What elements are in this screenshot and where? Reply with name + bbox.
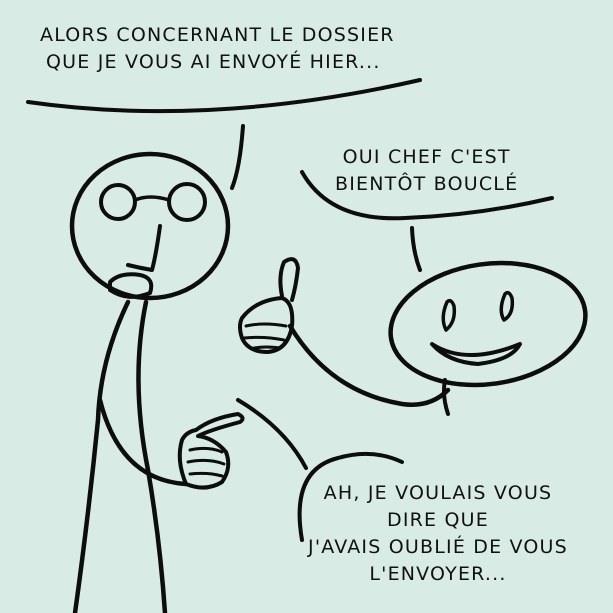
employee-figure xyxy=(238,257,588,416)
boss-glasses-right xyxy=(167,182,207,222)
boss-head xyxy=(69,151,231,301)
employee-head xyxy=(388,260,588,388)
boss-figure xyxy=(69,151,245,613)
employee-eye-right xyxy=(499,290,515,322)
boss-speech-line-1: ALORS CONCERNANT LE DOSSIER xyxy=(40,24,395,46)
boss-bubble-underline xyxy=(26,78,422,114)
confession-speech-line-3: J'AVAIS OUBLIÉ DE VOUS xyxy=(308,536,568,558)
reply-bubble-pointer xyxy=(410,226,422,272)
boss-glasses-left xyxy=(99,183,137,221)
boss-bubble-pointer xyxy=(230,124,245,190)
boss-body xyxy=(72,299,131,613)
confession-speech-line-1: AH, JE VOULAIS VOUS xyxy=(323,482,553,504)
confession-speech-line-2: DIRE QUE xyxy=(387,509,489,531)
reply-speech-line-1: OUI CHEF C'EST xyxy=(342,146,511,168)
reply-speech-line-2: BIENTÔT BOUCLÉ xyxy=(335,173,519,195)
boss-nose xyxy=(126,224,162,272)
employee-chin xyxy=(442,378,450,416)
confession-bubble-pointer xyxy=(236,398,308,470)
employee-fist-fingers xyxy=(242,322,288,350)
boss-hand-fingers xyxy=(186,446,226,478)
comic-panel: ALORS CONCERNANT LE DOSSIER QUE JE VOUS … xyxy=(0,0,613,613)
confession-speech-line-4: L'ENVOYER... xyxy=(369,563,507,585)
employee-eye-left xyxy=(441,298,457,332)
boss-glasses-bridge xyxy=(133,195,171,202)
employee-thumb xyxy=(278,257,300,302)
employee-smile xyxy=(430,342,522,366)
boss-speech-line-2: QUE JE VOUS AI ENVOYÉ HIER... xyxy=(46,51,381,73)
employee-arm xyxy=(287,323,451,407)
boss-speech-text: ALORS CONCERNANT LE DOSSIER QUE JE VOUS … xyxy=(40,22,395,76)
boss-body-right xyxy=(136,299,168,613)
reply-speech-text: OUI CHEF C'EST BIENTÔT BOUCLÉ xyxy=(335,144,518,198)
boss-mouth xyxy=(108,272,154,299)
confession-speech-text: AH, JE VOULAIS VOUS DIRE QUE J'AVAIS OUB… xyxy=(292,480,584,588)
